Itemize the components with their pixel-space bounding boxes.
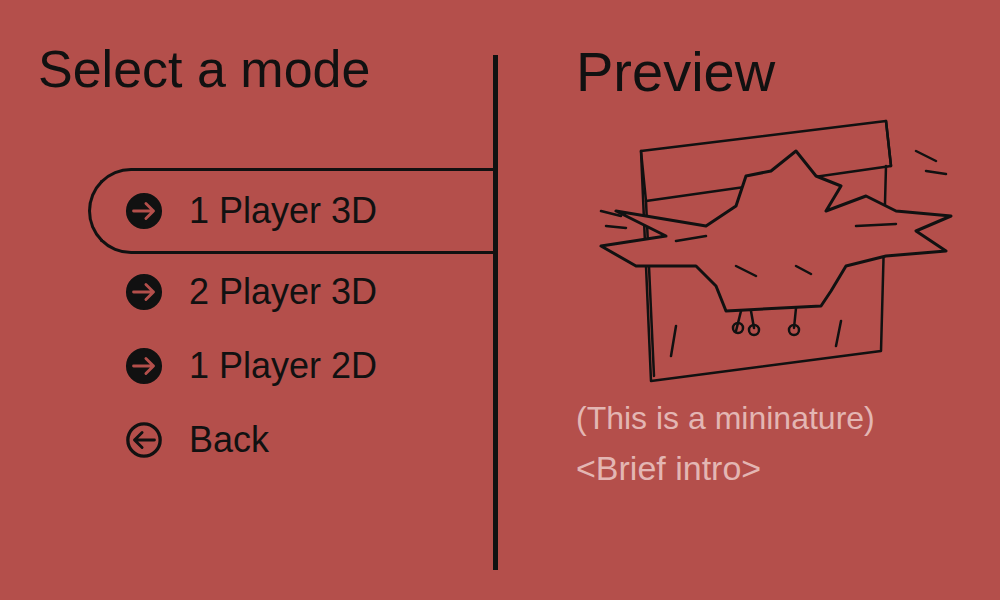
- forward-arrow-icon: [125, 347, 163, 385]
- mode-list: 1 Player 3D 2 Player 3D 1 Player 2D Back: [88, 168, 493, 476]
- preview-panel: Preview (This is a mininature) <Brief intr…: [498, 0, 1000, 600]
- mode-item[interactable]: Back: [88, 404, 493, 476]
- forward-arrow-icon: [125, 192, 163, 230]
- mode-label: 1 Player 3D: [189, 190, 377, 232]
- mode-label: 2 Player 3D: [189, 271, 377, 313]
- forward-arrow-icon: [125, 273, 163, 311]
- mode-label: 1 Player 2D: [189, 345, 377, 387]
- mode-item[interactable]: 1 Player 2D: [88, 330, 493, 402]
- mode-label: Back: [189, 419, 269, 461]
- panel-divider: [493, 55, 498, 570]
- mode-item[interactable]: 2 Player 3D: [88, 256, 493, 328]
- mode-select-screen: Select a mode1 Player 3D2 Player 3D1 Pla…: [0, 0, 1000, 600]
- preview-caption: (This is a mininature): [576, 400, 980, 437]
- bird-in-box-icon: [596, 116, 956, 386]
- preview-intro: <Brief intro>: [576, 449, 980, 488]
- back-arrow-icon: [125, 421, 163, 459]
- mode-item[interactable]: 1 Player 3D: [88, 168, 493, 254]
- preview-title: Preview: [576, 40, 980, 104]
- mode-title: Select a mode: [38, 38, 493, 100]
- mode-panel: Select a mode1 Player 3D2 Player 3D1 Pla…: [0, 0, 493, 600]
